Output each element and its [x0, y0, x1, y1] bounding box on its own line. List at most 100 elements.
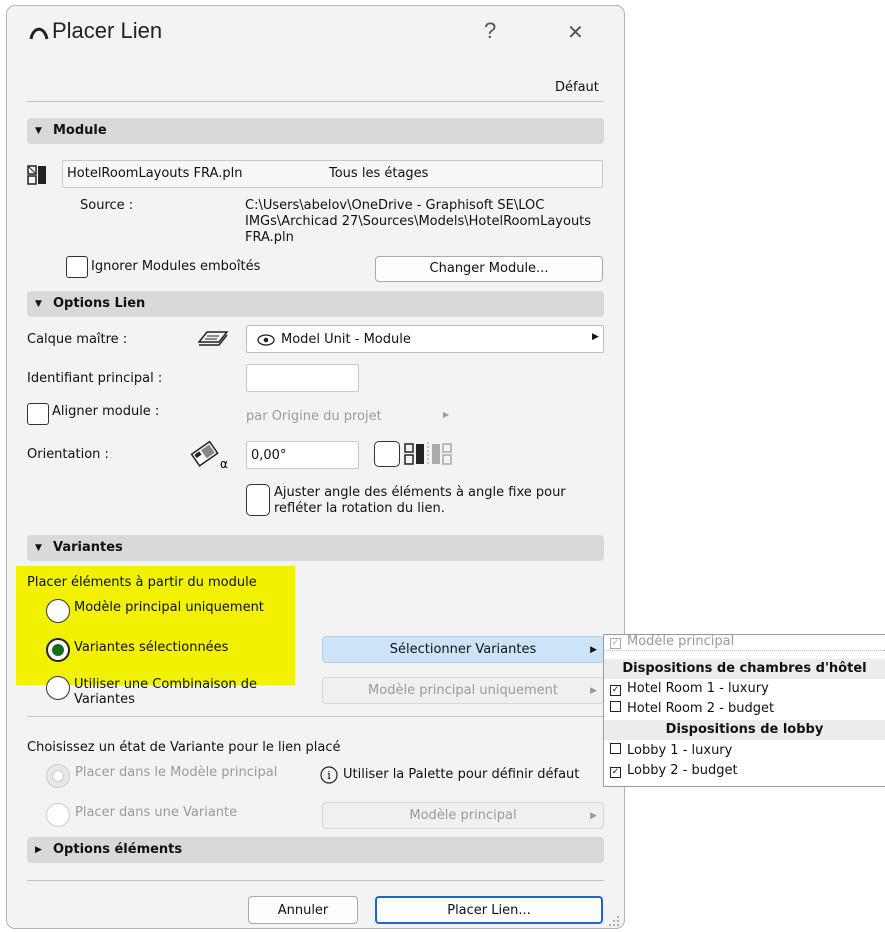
expand-arrow-icon: ▶	[35, 845, 42, 855]
mirror-icon	[404, 442, 452, 466]
checkbox-checked-icon: ✓	[610, 685, 621, 696]
source-path-line: FRA.pln	[245, 230, 294, 245]
link-options-section-header[interactable]: ▼ Options Lien	[27, 291, 604, 317]
adjust-angle-label-line: Ajuster angle des éléments à angle fixe …	[274, 485, 566, 500]
resize-grip-icon[interactable]	[608, 915, 620, 927]
combination-label-line: Variantes	[74, 692, 135, 707]
close-icon[interactable]: ✕	[567, 20, 584, 44]
link-options-header-label: Options Lien	[53, 296, 146, 311]
main-id-input[interactable]	[246, 364, 359, 392]
combination-label-line: Utiliser une Combinaison de	[74, 677, 258, 692]
cancel-button[interactable]: Annuler	[248, 896, 358, 924]
radio-variant-combination-label: Utiliser une Combinaison de Variantes	[74, 677, 257, 707]
source-path-line: IMGs\Archicad 27\Sources\Models\HotelRoo…	[245, 214, 592, 229]
ignore-nested-label: Ignorer Modules emboîtés	[91, 259, 261, 274]
radio-place-variant[interactable]	[46, 803, 70, 827]
popup-item-lobby-1[interactable]: Lobby 1 - luxury	[604, 741, 885, 761]
source-path: C:\Users\abelov\OneDrive - Graphisoft SE…	[245, 198, 591, 246]
align-module-checkbox[interactable]	[27, 403, 49, 425]
svg-text:α: α	[220, 457, 228, 470]
popup-item-main-model[interactable]: ✓ Modèle principal	[604, 632, 885, 652]
radio-place-main-model-label: Placer dans le Modèle principal	[75, 765, 278, 780]
select-variants-label: Sélectionner Variantes	[389, 642, 537, 657]
select-variants-popup: ✓ Modèle principal Dispositions de chambr…	[603, 634, 885, 787]
checkbox-checked-icon: ✓	[610, 638, 621, 649]
change-module-button[interactable]: Changer Module...	[375, 256, 603, 282]
variants-section-header[interactable]: ▼ Variantes	[27, 535, 604, 561]
popup-item-label: Hotel Room 2 - budget	[627, 701, 775, 716]
mirror-checkbox[interactable]	[374, 441, 400, 467]
orientation-icon: α	[190, 440, 228, 470]
checkbox-checked-icon: ✓	[610, 767, 621, 778]
chevron-right-icon: ▶	[590, 686, 597, 696]
place-link-button[interactable]: Placer Lien...	[375, 896, 603, 924]
variants-header-label: Variantes	[53, 540, 123, 555]
ignore-nested-checkbox[interactable]	[66, 256, 88, 278]
choose-state-label: Choisissez un état de Variante pour le l…	[27, 740, 341, 755]
element-options-section-header[interactable]: ▶ Options éléments	[27, 837, 604, 863]
orientation-label: Orientation :	[27, 447, 109, 462]
adjust-angle-label-line: refléter la rotation du lien.	[274, 501, 445, 516]
radio-place-main-model[interactable]	[46, 764, 70, 788]
master-layer-value: Model Unit - Module	[281, 332, 411, 347]
radio-main-model-only-label: Modèle principal uniquement	[74, 600, 264, 615]
module-file-icon	[27, 165, 46, 185]
variant-state-dropdown[interactable]: Modèle principal ▶	[322, 802, 604, 829]
popup-item-label: Lobby 1 - luxury	[627, 743, 733, 758]
orientation-value: 0,00°	[251, 448, 287, 463]
variant-state-value: Modèle principal	[409, 808, 517, 823]
source-label: Source :	[80, 198, 134, 213]
variant-combination-value: Modèle principal uniquement	[368, 683, 558, 698]
eye-icon	[257, 334, 275, 346]
radio-variant-combination[interactable]	[46, 676, 70, 700]
archicad-logo-icon	[29, 27, 49, 40]
popup-item-label: Modèle principal	[627, 634, 735, 649]
preset-label[interactable]: Défaut	[555, 80, 599, 95]
align-module-value: par Origine du projet	[246, 409, 382, 424]
main-id-label: Identifiant principal :	[27, 371, 163, 386]
module-file-name: HotelRoomLayouts FRA.pln	[67, 166, 243, 181]
radio-main-model-only[interactable]	[46, 599, 70, 623]
svg-text:i: i	[327, 769, 331, 782]
variant-combination-dropdown[interactable]: Modèle principal uniquement ▶	[322, 677, 604, 704]
collapse-arrow-icon: ▼	[35, 299, 42, 309]
radio-selected-variants-label: Variantes sélectionnées	[74, 640, 229, 655]
element-options-header-label: Options éléments	[53, 842, 183, 857]
select-variants-button[interactable]: Sélectionner Variantes ▶	[322, 636, 604, 663]
chevron-right-icon: ▶	[590, 811, 597, 821]
radio-dot-icon	[52, 644, 64, 656]
place-from-label: Placer éléments à partir du module	[27, 575, 257, 590]
radio-place-variant-label: Placer dans une Variante	[75, 805, 238, 820]
chevron-right-icon[interactable]: ▶	[443, 410, 449, 419]
module-header-label: Module	[53, 123, 107, 138]
checkbox-unchecked-icon	[610, 701, 621, 712]
module-stories: Tous les étages	[329, 166, 429, 181]
dialog-title: Placer Lien	[52, 18, 163, 43]
popup-group-lobby: Dispositions de lobby	[604, 720, 885, 740]
layer-icon	[197, 331, 229, 346]
module-section-header[interactable]: ▼ Module	[27, 118, 604, 144]
popup-item-label: Lobby 2 - budget	[627, 763, 738, 778]
align-module-label: Aligner module :	[52, 404, 160, 419]
chevron-right-icon: ▶	[592, 332, 599, 342]
help-icon[interactable]: ?	[484, 18, 496, 44]
collapse-arrow-icon: ▼	[35, 126, 42, 136]
divider	[27, 101, 604, 102]
divider	[27, 716, 604, 717]
popup-group-hotel-rooms: Dispositions de chambres d'hôtel	[604, 659, 885, 679]
master-layer-label: Calque maître :	[27, 332, 128, 347]
popup-item-hotel-room-1[interactable]: ✓ Hotel Room 1 - luxury	[604, 679, 885, 699]
popup-item-label: Hotel Room 1 - luxury	[627, 681, 769, 696]
divider	[27, 880, 604, 881]
popup-item-hotel-room-2[interactable]: Hotel Room 2 - budget	[604, 699, 885, 719]
chevron-right-icon: ▶	[590, 645, 597, 655]
checkbox-unchecked-icon	[610, 743, 621, 754]
radio-selected-variants[interactable]	[46, 638, 70, 662]
radio-dot-icon	[52, 770, 64, 782]
adjust-angle-checkbox[interactable]	[246, 484, 270, 516]
palette-hint: Utiliser la Palette pour définir défaut	[343, 767, 580, 782]
info-icon: i	[320, 766, 338, 784]
popup-item-lobby-2[interactable]: ✓ Lobby 2 - budget	[604, 761, 885, 781]
collapse-arrow-icon: ▼	[35, 543, 42, 553]
source-path-line: C:\Users\abelov\OneDrive - Graphisoft SE…	[245, 198, 545, 213]
